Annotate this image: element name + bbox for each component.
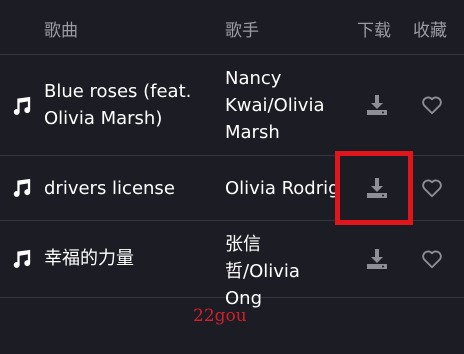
header-download: 下载 <box>357 21 391 41</box>
song-artist[interactable]: Nancy Kwai/Olivia Marsh <box>225 65 335 146</box>
song-title[interactable]: drivers license <box>44 175 214 202</box>
header-favorite: 收藏 <box>413 21 447 41</box>
header-song: 歌曲 <box>44 21 78 41</box>
watermark: 22gou <box>193 306 247 326</box>
heart-icon[interactable] <box>421 94 443 116</box>
music-note-icon <box>13 96 31 115</box>
song-row[interactable]: 幸福的力量 张信哲/Olivia Ong <box>0 221 464 309</box>
header-artist: 歌手 <box>225 21 259 41</box>
song-artist[interactable]: Olivia Rodrigo <box>225 175 338 202</box>
table-header: 歌曲 歌手 下载 收藏 <box>0 0 464 55</box>
download-icon[interactable] <box>365 248 389 270</box>
song-title[interactable]: Blue roses (feat. Olivia Marsh) <box>44 78 214 132</box>
music-note-icon <box>13 249 31 268</box>
song-row[interactable]: Blue roses (feat. Olivia Marsh) Nancy Kw… <box>0 55 464 156</box>
download-highlight-box <box>335 151 413 225</box>
heart-icon[interactable] <box>421 248 443 270</box>
song-title[interactable]: 幸福的力量 <box>44 245 214 272</box>
download-icon[interactable] <box>365 94 389 116</box>
music-note-icon <box>13 178 31 197</box>
heart-icon[interactable] <box>421 177 443 199</box>
song-artist[interactable]: 张信哲/Olivia Ong <box>225 231 335 312</box>
